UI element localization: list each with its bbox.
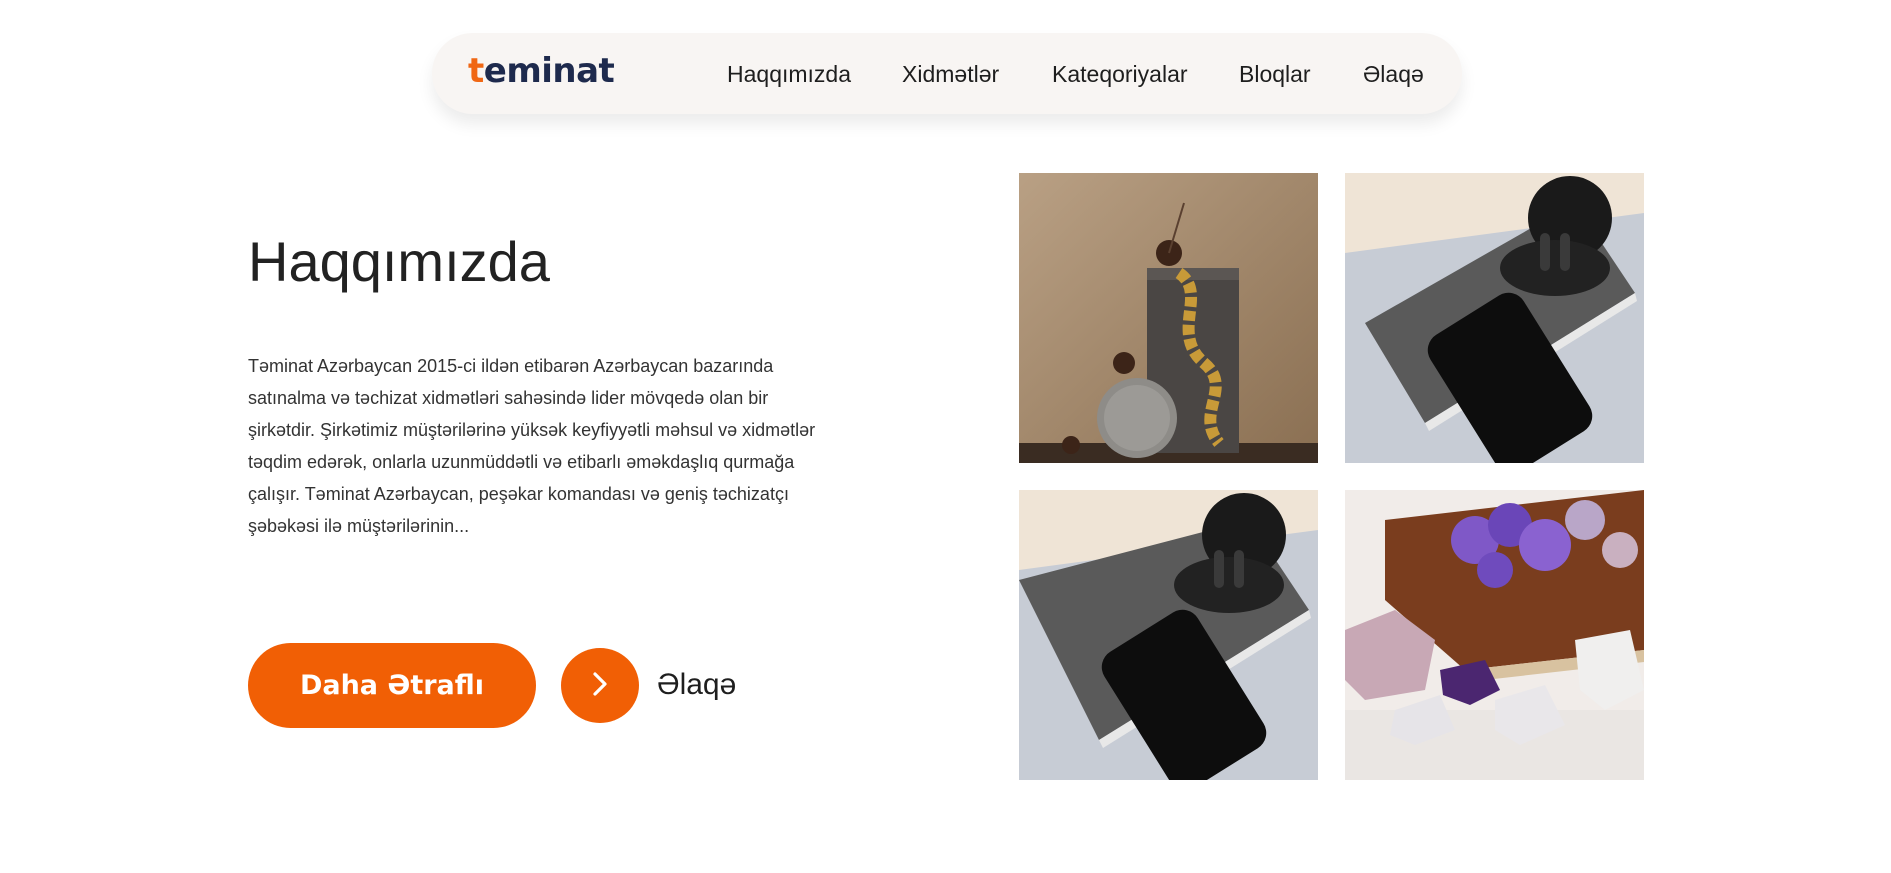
contact-arrow-button[interactable] — [561, 648, 639, 723]
contact-link[interactable]: Əlaqə — [657, 666, 736, 704]
more-info-button[interactable]: Daha Ətraflı — [248, 643, 536, 728]
gallery-image-flowers-crystals — [1345, 490, 1644, 780]
logo-wordmark: eminat — [483, 51, 615, 91]
chevron-right-icon — [589, 671, 611, 700]
gallery-image-earbuds-phone-2 — [1019, 490, 1318, 780]
page-title: Haqqımızda — [248, 230, 550, 293]
top-navbar: teminat Haqqımızda Xidmətlər Kateqoriyal… — [432, 33, 1462, 114]
nav-item-xidmetler[interactable]: Xidmətlər — [902, 60, 999, 88]
nav-item-kateqoriyalar[interactable]: Kateqoriyalar — [1052, 60, 1188, 88]
gallery-image-gold-chain — [1019, 173, 1318, 463]
teminat-logo[interactable]: teminat — [468, 51, 615, 91]
about-description: Təminat Azərbaycan 2015-ci ildən etibarə… — [248, 356, 816, 536]
nav-item-bloqlar[interactable]: Bloqlar — [1239, 60, 1311, 88]
nav-item-haqqimizda[interactable]: Haqqımızda — [727, 60, 851, 88]
gallery-image-earbuds-phone — [1345, 173, 1644, 463]
nav-item-elaqe[interactable]: Əlaqə — [1363, 60, 1424, 88]
logo-letter-t: t — [468, 51, 484, 91]
